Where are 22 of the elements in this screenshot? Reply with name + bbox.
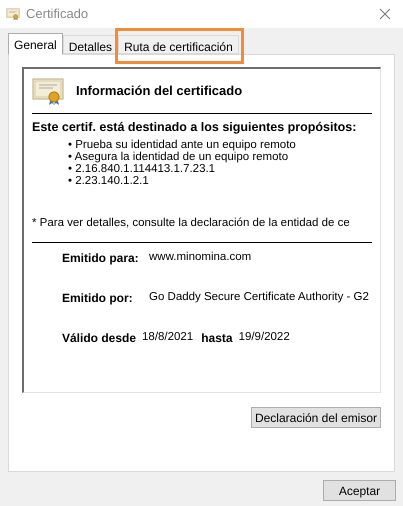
purpose-item: • Prueba su identidad ante un equipo remoto (68, 138, 297, 151)
purpose-item: • 2.23.140.1.2.1 (68, 174, 150, 187)
field-label: Emitido por: (62, 290, 134, 307)
window-title: Certificado (26, 5, 88, 24)
field-value: 18/8/2021 (142, 330, 194, 346)
note-text: * Para ver detalles, consulte la declaración de la entidad de ce (32, 216, 350, 229)
purpose-item: • 2.16.840.1.114413.1.7.23.1 (68, 162, 216, 175)
field-label: Válido desde (62, 330, 136, 347)
certificate-icon (6, 7, 20, 21)
purposes-title: Este certif. está destinado a los siguientes propósitos: (32, 119, 358, 136)
close-icon (379, 8, 391, 20)
issuer-statement-button[interactable]: Declaración del emisor (251, 407, 381, 428)
field-label: hasta (201, 330, 233, 347)
info-heading: Información del certificado (76, 82, 242, 100)
field-label: Emitido para: (62, 250, 140, 267)
tab[interactable]: General (8, 33, 63, 55)
tab[interactable]: Ruta de certificación (118, 35, 239, 54)
purpose-item: • Asegura la identidad de un equipo remoto (68, 150, 290, 163)
field-value: 19/9/2022 (238, 330, 290, 346)
ok-button[interactable]: Aceptar (323, 480, 396, 501)
field-value: www.minomina.com (149, 250, 252, 266)
field-value: Go Daddy Secure Certificate Authority - G2 (149, 290, 369, 306)
